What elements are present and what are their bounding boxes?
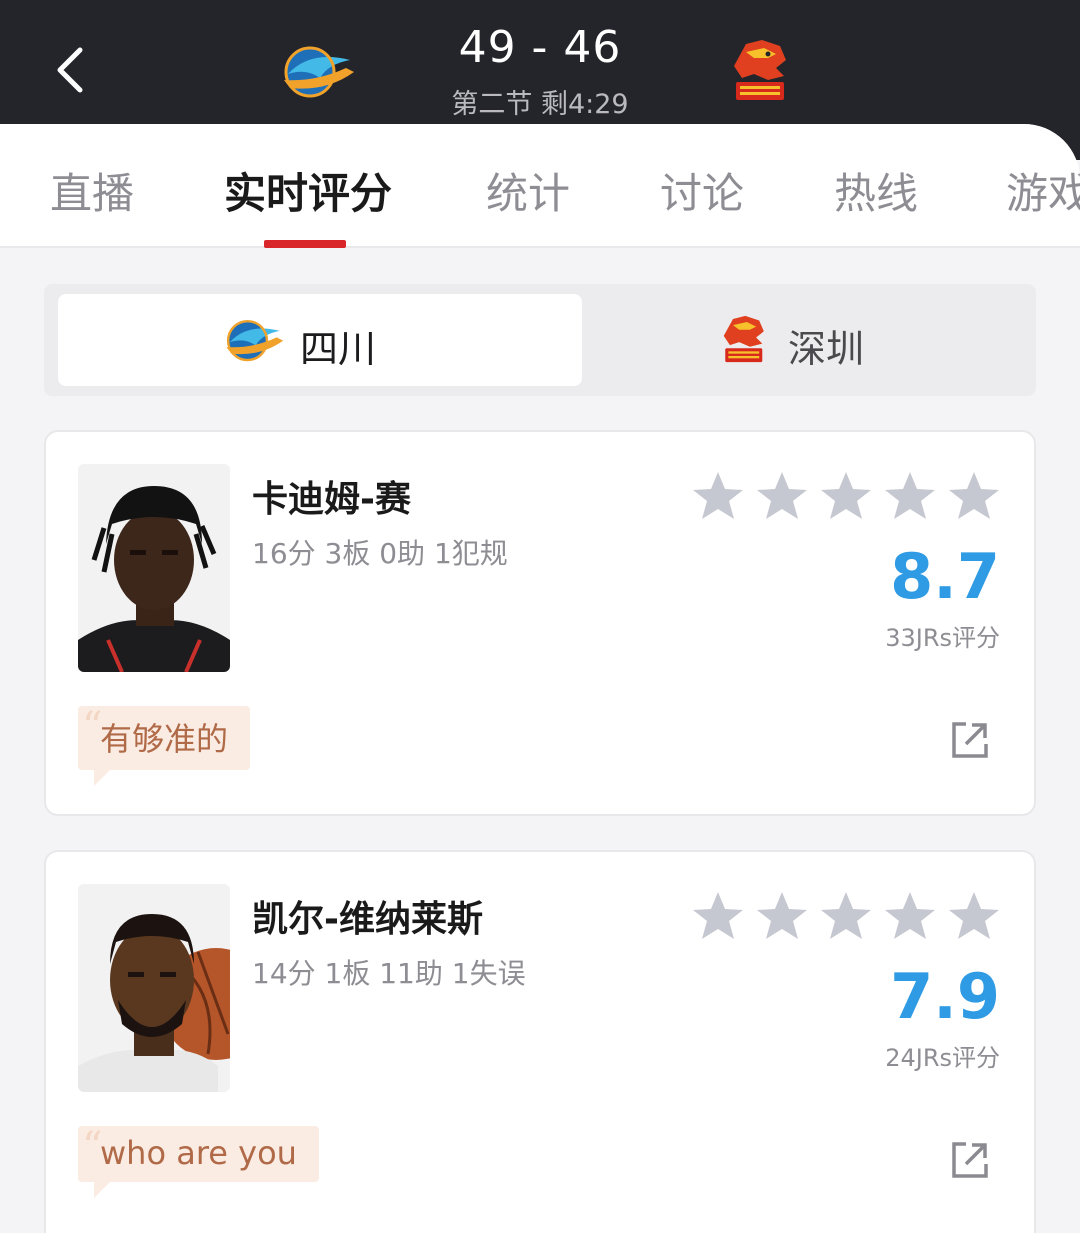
game-score: 49 - 46 xyxy=(458,22,622,73)
player-rating: 8.7 xyxy=(890,540,1000,613)
comment-tail xyxy=(94,1182,110,1198)
hot-comment-text: who are you xyxy=(100,1134,297,1172)
content-sheet: 直播 实时评分 统计 讨论 热线 游戏 四川 深圳 卡迪姆-赛 16分 3板 0… xyxy=(0,124,1080,1233)
sichuan-logo-icon xyxy=(226,319,284,362)
tab-games[interactable]: 游戏 xyxy=(1006,160,1080,221)
team-name-away: 深圳 xyxy=(788,327,865,371)
tab-discussion[interactable]: 讨论 xyxy=(660,160,744,221)
player-avatar xyxy=(78,464,230,672)
star-icon xyxy=(949,472,999,519)
star-icon xyxy=(821,892,871,939)
tab-bar: 直播 实时评分 统计 讨论 热线 游戏 xyxy=(0,124,1080,248)
quote-icon: “ xyxy=(82,704,103,750)
share-icon[interactable] xyxy=(950,1140,990,1180)
hot-comment[interactable]: “ 有够准的 xyxy=(78,704,251,786)
hot-comment[interactable]: “ who are you xyxy=(78,1124,319,1198)
active-tab-indicator xyxy=(264,240,346,248)
tab-hotline[interactable]: 热线 xyxy=(834,160,918,221)
back-arrow-icon[interactable] xyxy=(48,42,96,98)
star-icon xyxy=(885,472,935,519)
rating-count: 33JRs评分 xyxy=(885,624,1000,652)
shenzhen-leopards-logo-icon xyxy=(734,40,786,100)
player-rating-card[interactable]: 凯尔-维纳莱斯 14分 1板 11助 1失误 7.9 24JRs评分 “ who… xyxy=(44,850,1036,1233)
team-name-home: 四川 xyxy=(300,327,377,371)
team-switch: 四川 深圳 xyxy=(44,284,1036,396)
quote-icon: “ xyxy=(82,1124,103,1170)
star-icon xyxy=(949,892,999,939)
player-stats: 16分 3板 0助 1犯规 xyxy=(252,537,508,570)
rating-stars[interactable] xyxy=(690,890,1010,946)
game-period: 第二节 剩4:29 xyxy=(451,89,629,120)
player-rating-card[interactable]: 卡迪姆-赛 16分 3板 0助 1犯规 8.7 33JRs评分 “ 有够准的 xyxy=(44,430,1036,816)
shenzhen-leopards-logo-icon xyxy=(723,315,764,363)
tab-live-rating[interactable]: 实时评分 xyxy=(224,160,392,221)
player-rating: 7.9 xyxy=(890,960,1000,1033)
player-avatar xyxy=(78,884,230,1092)
rating-stars[interactable] xyxy=(690,470,1010,526)
player-name: 卡迪姆-赛 xyxy=(252,479,411,520)
team-tab-away[interactable]: 深圳 xyxy=(594,294,1024,386)
share-icon[interactable] xyxy=(950,720,990,760)
star-icon xyxy=(693,472,743,519)
tab-stats[interactable]: 统计 xyxy=(486,160,570,221)
player-stats: 14分 1板 11助 1失误 xyxy=(252,957,526,990)
tab-live[interactable]: 直播 xyxy=(50,160,134,221)
star-icon xyxy=(693,892,743,939)
star-icon xyxy=(757,472,807,519)
star-icon xyxy=(821,472,871,519)
star-icon xyxy=(885,892,935,939)
rating-count: 24JRs评分 xyxy=(885,1044,1000,1072)
sichuan-logo-icon xyxy=(284,46,354,98)
team-tab-home[interactable]: 四川 xyxy=(58,294,582,386)
player-name: 凯尔-维纳莱斯 xyxy=(252,899,483,940)
star-icon xyxy=(757,892,807,939)
hot-comment-text: 有够准的 xyxy=(100,720,229,758)
comment-tail xyxy=(94,770,110,786)
